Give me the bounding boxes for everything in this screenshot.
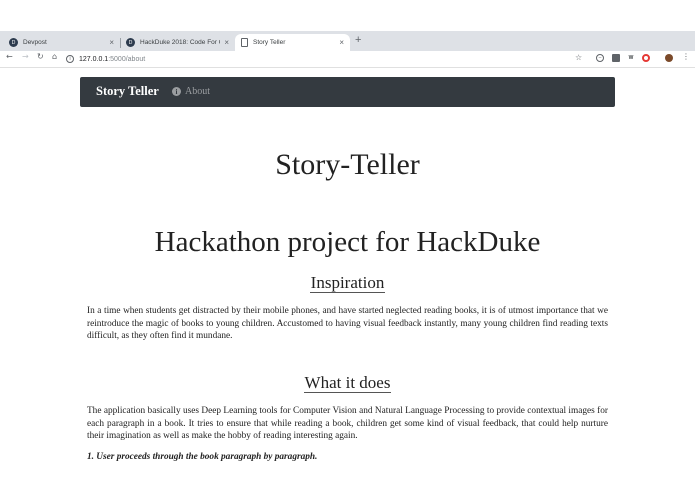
close-icon[interactable]: × (224, 38, 229, 47)
tab-story-teller[interactable]: Story Teller × (235, 34, 350, 51)
nav-about-link[interactable]: i About (172, 86, 210, 97)
close-icon[interactable]: × (339, 38, 344, 47)
close-icon[interactable]: × (109, 38, 114, 47)
menu-kebab-icon[interactable]: ⋮ (682, 52, 690, 61)
home-icon[interactable]: ⌂ (52, 52, 57, 61)
section-heading-inspiration: Inspiration (0, 273, 695, 293)
document-icon (241, 38, 248, 47)
section-heading-text: What it does (303, 373, 392, 393)
info-icon[interactable]: i (66, 55, 74, 63)
back-arrow-icon[interactable]: ← (6, 52, 13, 61)
devpost-icon: D (126, 38, 135, 47)
step-1-text: 1. User proceeds through the book paragr… (87, 452, 318, 462)
url-path: :5000/about (108, 55, 146, 63)
navbar-brand[interactable]: Story Teller (96, 84, 159, 99)
address-bar[interactable]: i 127.0.0.1:5000/about (66, 52, 586, 66)
project-title: Hackathon project for HackDuke (154, 226, 541, 258)
extension-icon[interactable]: W (627, 54, 635, 62)
avatar[interactable] (665, 54, 673, 62)
bookmark-star-icon[interactable]: ☆ (575, 53, 582, 62)
tab-title: Story Teller (253, 39, 286, 46)
nav-about-label: About (185, 86, 210, 97)
site-title: Story-Teller (275, 148, 420, 181)
reload-icon[interactable]: ↻ (37, 52, 44, 61)
tab-hackduke[interactable]: D HackDuke 2018: Code For Goo × (120, 34, 235, 51)
info-icon: i (172, 87, 181, 96)
new-tab-button[interactable]: + (355, 34, 361, 46)
url-host: 127.0.0.1 (79, 55, 109, 63)
section-body-what-it-does: The application basically uses Deep Lear… (87, 406, 608, 442)
section-heading-text: Inspiration (309, 273, 386, 293)
extension-icon[interactable] (642, 54, 650, 62)
tab-strip: D Devpost × D HackDuke 2018: Code For Go… (0, 31, 695, 51)
tab-devpost[interactable]: D Devpost × (3, 34, 120, 51)
forward-arrow-icon[interactable]: → (22, 52, 29, 61)
section-heading-what-it-does: What it does (0, 373, 695, 393)
extension-icon[interactable] (612, 54, 620, 62)
window-top-area (0, 0, 695, 31)
tab-title: Devpost (23, 39, 47, 46)
browser-toolbar: ← → ↻ ⌂ i 127.0.0.1:5000/about ☆ – W ⋮ (0, 51, 695, 68)
section-body-inspiration: In a time when students get distracted b… (87, 306, 608, 342)
site-navbar: Story Teller i About (80, 77, 615, 107)
tab-title: HackDuke 2018: Code For Goo (140, 39, 220, 46)
devpost-icon: D (9, 38, 18, 47)
extension-icon[interactable]: – (596, 54, 604, 62)
